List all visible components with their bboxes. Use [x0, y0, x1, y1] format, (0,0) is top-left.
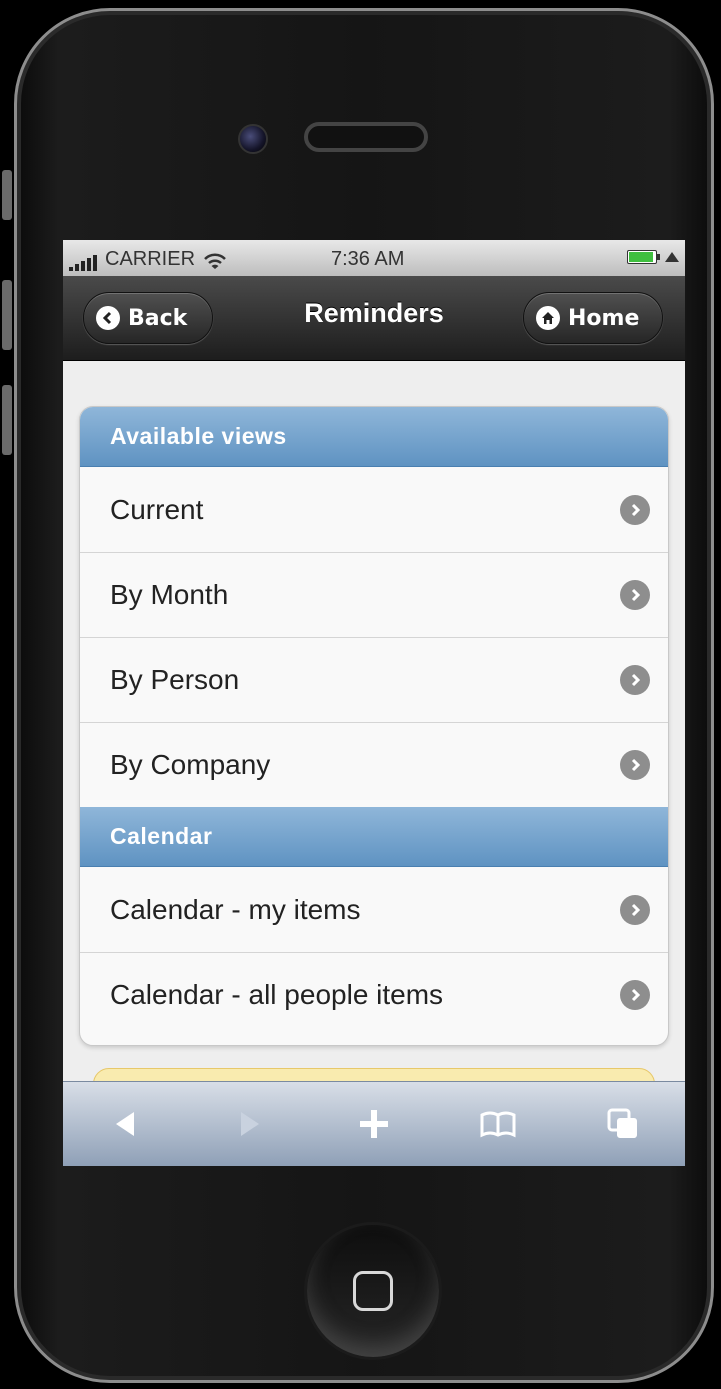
list-item-label: Calendar - my items	[110, 893, 361, 925]
add-icon[interactable]	[344, 1094, 404, 1154]
chevron-right-icon	[620, 665, 650, 695]
home-label: Home	[568, 305, 640, 331]
chevron-right-icon	[620, 494, 650, 525]
home-square-icon	[353, 1271, 393, 1311]
list-item-label: By Month	[110, 579, 229, 610]
home-button[interactable]: Home	[523, 292, 663, 344]
front-camera	[238, 124, 268, 154]
list-item-calendar-all-people-items[interactable]: Calendar - all people items	[80, 952, 668, 1037]
status-time: 7:36 AM	[331, 248, 405, 270]
list-item-label: Calendar - all people items	[110, 979, 444, 1010]
status-right	[627, 250, 679, 264]
mute-switch	[2, 170, 12, 220]
chevron-right-icon	[620, 750, 650, 780]
wifi-icon	[204, 253, 226, 269]
volume-up-button	[2, 280, 12, 350]
back-arrow-icon[interactable]	[95, 1094, 155, 1154]
list-item-label: By Person	[110, 664, 240, 695]
browser-toolbar	[63, 1081, 685, 1166]
bookmarks-icon[interactable]	[468, 1094, 528, 1154]
list-item-by-company[interactable]: By Company	[80, 722, 668, 807]
list-item-current[interactable]: Current	[80, 467, 668, 552]
section-header-calendar: Calendar	[80, 807, 668, 867]
carrier-label: CARRIER	[105, 248, 196, 270]
pages-icon[interactable]	[593, 1094, 653, 1154]
home-icon	[536, 306, 560, 330]
views-list: Available views Current By Month By Pers…	[79, 406, 669, 1046]
nav-bar: Back Reminders Home	[63, 276, 685, 361]
volume-down-button	[2, 385, 12, 455]
list-item-label: Current	[110, 493, 204, 525]
list-item-calendar-my-items[interactable]: Calendar - my items	[80, 867, 668, 952]
battery-icon	[627, 250, 660, 264]
list-item-by-person[interactable]: By Person	[80, 637, 668, 722]
chevron-right-icon	[620, 580, 650, 610]
location-arrow-icon	[665, 252, 679, 262]
section-header-available-views: Available views	[80, 407, 668, 467]
forward-arrow-icon[interactable]	[220, 1094, 280, 1154]
signal-icon	[69, 255, 97, 271]
screen: CARRIER 7:36 AM Back Reminders Home Avai…	[63, 240, 685, 1166]
chevron-right-icon	[620, 980, 650, 1010]
list-item-by-month[interactable]: By Month	[80, 552, 668, 637]
carrier-group: CARRIER	[69, 248, 227, 271]
status-bar: CARRIER 7:36 AM	[63, 240, 685, 276]
chevron-right-icon	[620, 894, 650, 925]
earpiece-speaker	[304, 122, 428, 152]
hardware-home-button[interactable]	[304, 1222, 442, 1360]
list-item-label: By Company	[110, 749, 271, 780]
